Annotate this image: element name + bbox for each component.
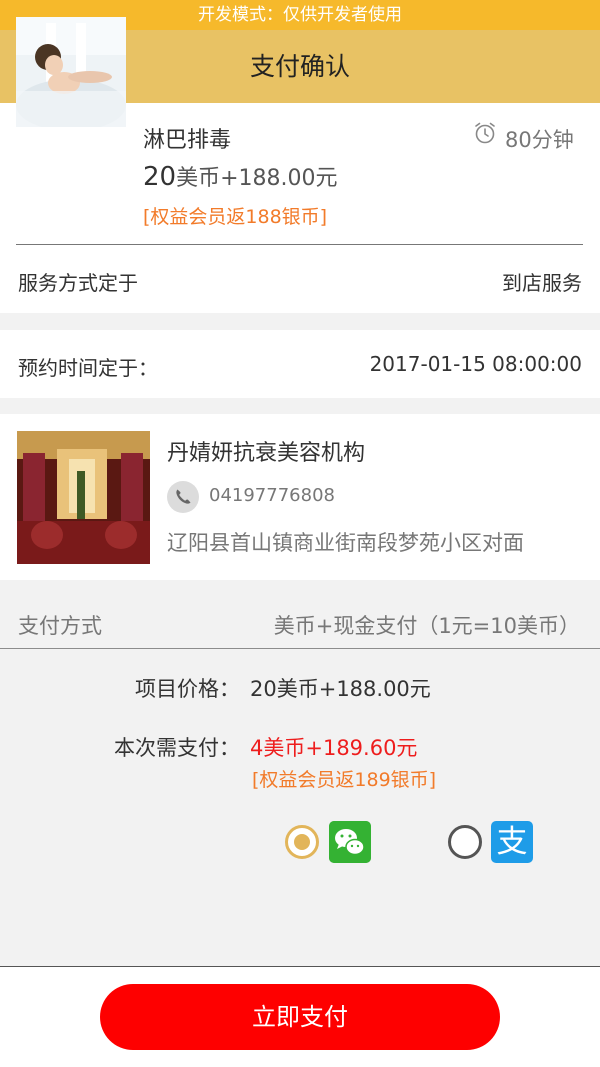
shop-address: 辽阳县首山镇商业街南段梦苑小区对面 [167,531,524,555]
service-thumbnail-image [16,17,126,127]
divider [0,648,600,649]
service-price-rest: 美币+188.00元 [176,166,338,191]
service-method-label: 服务方式定于 [18,271,138,295]
appointment-label: 预约时间定于： [18,356,158,380]
wechat-pay-icon[interactable] [329,821,371,863]
service-rebate: [权益会员返188银币] [143,206,328,228]
shop-phone[interactable]: 04197776808 [209,485,335,506]
amount-due-rebate: [权益会员返189银币] [252,769,437,791]
alarm-clock-icon [475,122,495,144]
service-duration: 80分钟 [505,128,574,152]
alipay-icon[interactable]: 支 [491,821,533,863]
item-price-value: 20美币+188.00元 [250,677,431,701]
amount-due-label: 本次需支付： [114,736,240,760]
appointment-time: 2017-01-15 08:00:00 [369,352,582,376]
service-method-value: 到店服务 [502,271,582,295]
payment-confirm-page: 开发模式：仅供开发者使用 支付确认 淋巴排毒 20美币+188.00元 [权益会… [0,0,600,1067]
service-name: 淋巴排毒 [143,128,232,153]
payment-method-value: 美币+现金支付（1元=10美币） [273,614,580,638]
amount-due-value: 4美币+189.60元 [250,736,418,760]
wechat-pay-radio[interactable] [285,825,319,859]
phone-icon[interactable] [167,481,199,513]
alipay-radio[interactable] [448,825,482,859]
shop-photo-image [17,431,150,564]
payment-method-label: 支付方式 [18,614,102,638]
pay-now-button[interactable]: 立即支付 [100,984,500,1050]
service-price: 20美币+188.00元 [143,160,338,192]
item-price-label: 项目价格： [135,677,240,701]
service-price-main: 20 [143,162,177,192]
shop-name: 丹婧妍抗衰美容机构 [167,441,366,466]
divider [16,244,583,245]
